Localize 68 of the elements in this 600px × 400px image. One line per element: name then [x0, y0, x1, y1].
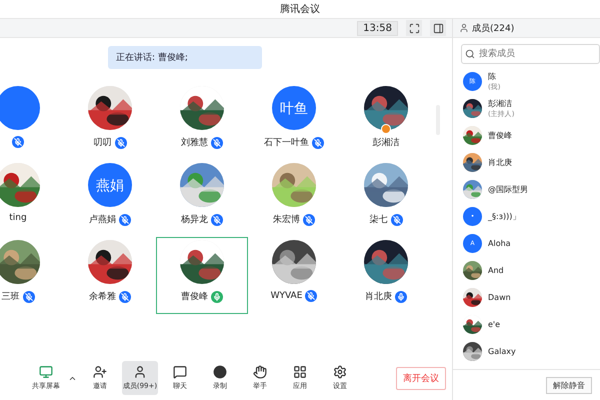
unmute-button[interactable]: 解除静音 [546, 376, 592, 394]
member-name: e'e [488, 320, 500, 328]
participant-name: ting [9, 213, 27, 223]
chat-icon [173, 365, 187, 379]
member-name: @国际型男 [488, 184, 528, 194]
participant-name: 石下一叶鱼 [264, 136, 309, 149]
monitor-icon [39, 365, 53, 379]
member-name: 陈 [488, 70, 497, 82]
participant-tile[interactable]: 肖北庚 [340, 237, 432, 314]
apps-icon [293, 365, 307, 379]
participant-tile[interactable]: 叨叨 [64, 83, 156, 160]
member-row[interactable]: And [463, 260, 600, 280]
window-title: 腾讯会议 [280, 2, 320, 16]
member-row[interactable]: e'e [463, 314, 600, 334]
participant-name: 三班 [2, 290, 20, 303]
participant-name: 余希雅 [89, 290, 116, 303]
participant-tile[interactable]: 三班 [0, 237, 64, 314]
search-icon [465, 49, 475, 59]
member-name: Galaxy [488, 346, 516, 356]
participant-tile[interactable]: 曹俊峰 [156, 237, 248, 314]
member-name: 肖北庚 [488, 156, 512, 168]
participant-name: WYVAE [270, 291, 302, 301]
leave-button[interactable]: 离开会议 [396, 366, 446, 390]
hand-icon [253, 365, 267, 379]
member-row[interactable]: 曹俊峰 [463, 125, 600, 145]
person-icon [133, 365, 147, 379]
participant-tile[interactable]: 杨异龙 [156, 160, 248, 237]
participant-name: 彭湘洁 [372, 136, 400, 149]
participant-name: 叨叨 [94, 137, 112, 149]
participant-tile[interactable]: 柒七 [340, 160, 432, 237]
fullscreen-icon[interactable] [406, 20, 422, 36]
participant-tile[interactable]: 燕娟 卢燕娟 [64, 160, 156, 237]
avatar: 叶鱼 [272, 86, 316, 130]
participant-tile[interactable]: 叶鱼 石下一叶鱼 [248, 83, 340, 160]
participant-tile[interactable]: WYVAE [248, 237, 340, 314]
panel-title: 成员(224) [472, 22, 514, 34]
member-name: Dawn [488, 292, 511, 302]
record-icon [213, 365, 227, 379]
speaking-banner: 正在讲话: 曹俊峰; [108, 46, 262, 69]
participant-name: 卢燕娟 [89, 214, 116, 226]
settings-icon [333, 365, 347, 379]
participant-tile[interactable]: 彭湘洁 [340, 83, 432, 160]
participant-name: 杨异龙 [181, 214, 208, 226]
panel-toggle-icon[interactable] [430, 20, 446, 36]
search-field[interactable]: 搜索成员 [461, 44, 600, 64]
participant-name: 柒七 [370, 214, 388, 226]
participant-tile[interactable]: 朱宏博 [248, 160, 340, 237]
member-name: Aloha [488, 238, 511, 248]
member-row[interactable]: Dawn [463, 287, 600, 307]
participant-tile[interactable]: ting [0, 160, 64, 237]
member-name: 曹俊峰 [488, 130, 512, 140]
participant-name: 刘雅慧 [181, 136, 208, 149]
add-user-icon [93, 365, 107, 379]
member-name: 彭湘洁 [488, 98, 513, 108]
avatar: 燕娟 [88, 163, 132, 207]
member-row[interactable]: Galaxy [463, 341, 600, 361]
member-row[interactable]: 肖北庚 [463, 152, 600, 172]
participant-tile[interactable]: 余希雅 [64, 237, 156, 314]
avatar [0, 86, 40, 130]
meeting-time: 13:58 [357, 20, 398, 36]
participant-name: 朱宏博 [273, 214, 300, 226]
participant-tile[interactable]: 刘雅慧 [156, 83, 248, 160]
participant-name: 曹俊峰 [181, 290, 208, 303]
person-icon [459, 23, 469, 33]
member-name: _§:з)))」 [488, 210, 520, 222]
participant-name: 肖北庚 [365, 290, 392, 303]
member-name: And [488, 266, 504, 274]
member-row[interactable]: @国际型男 [463, 179, 600, 199]
